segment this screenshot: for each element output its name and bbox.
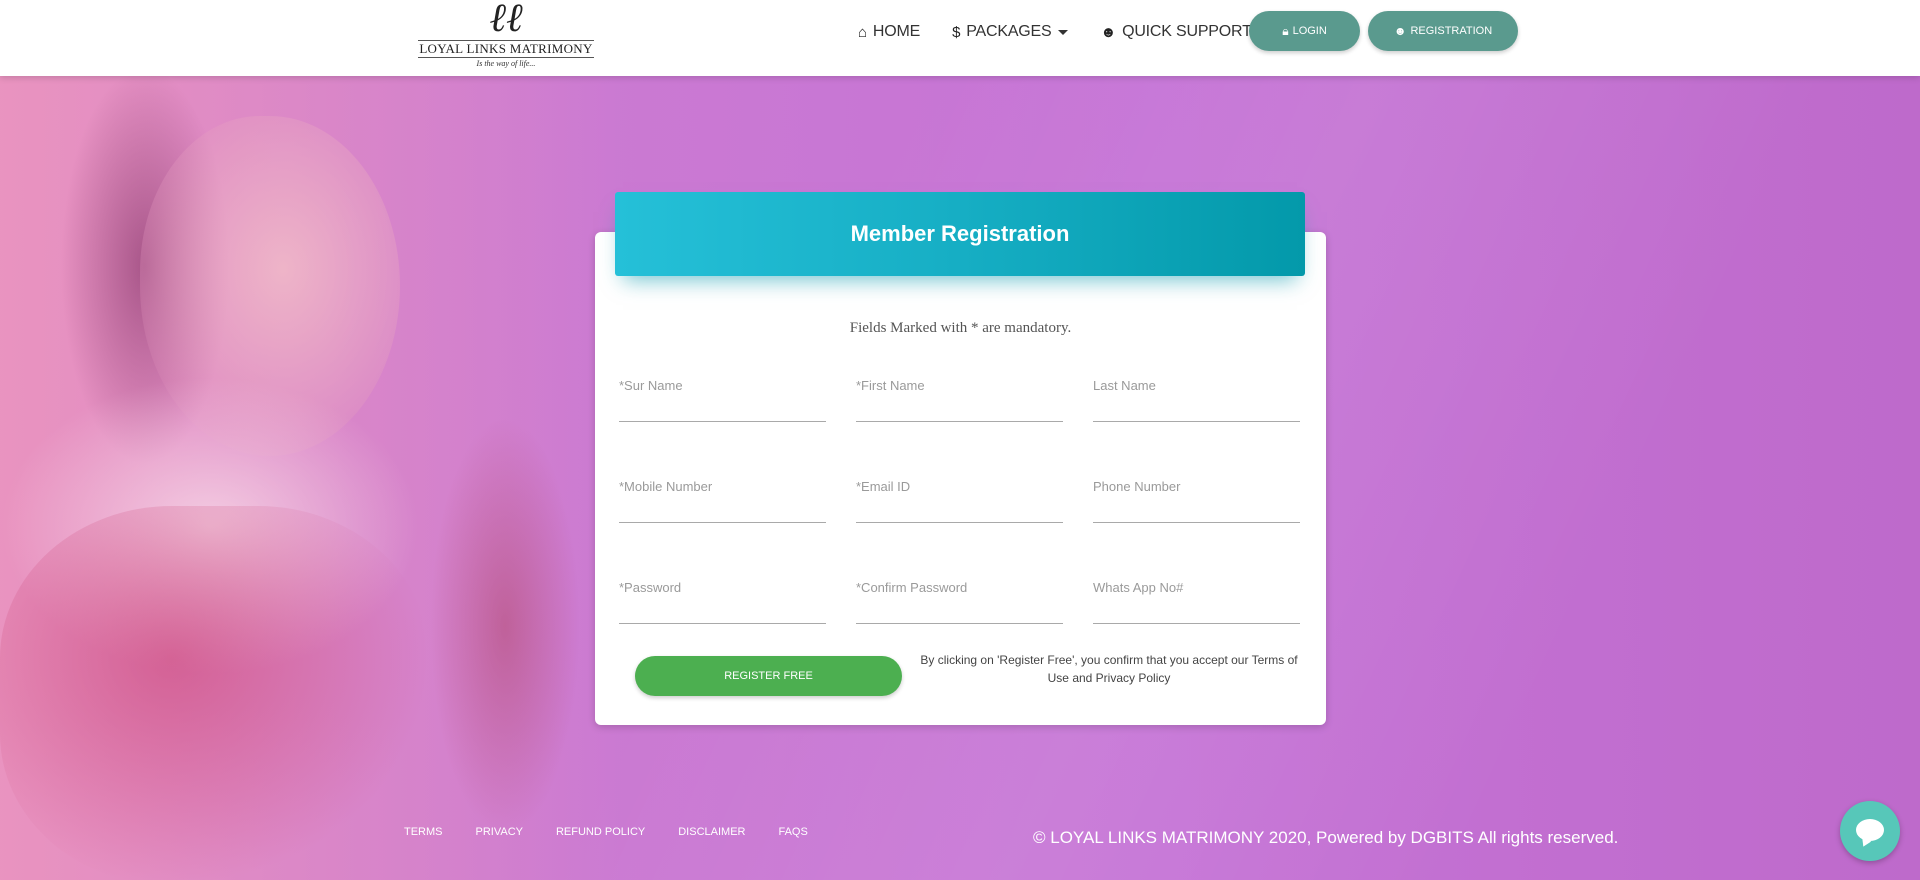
- terms-note: By clicking on 'Register Free', you conf…: [920, 653, 1298, 685]
- logo-tagline: Is the way of life...: [476, 59, 536, 68]
- footer-link-disclaimer[interactable]: DISCLAIMER: [678, 826, 745, 838]
- first-name-input[interactable]: [856, 397, 1063, 419]
- footer-link-faqs[interactable]: FAQS: [778, 826, 807, 838]
- people-icon: ☻: [1100, 23, 1117, 41]
- logo-name: LOYAL LINKS MATRIMONY: [418, 40, 594, 58]
- form-title: Member Registration: [850, 221, 1070, 246]
- site-logo[interactable]: ℓℓ LOYAL LINKS MATRIMONY Is the way of l…: [414, 0, 598, 74]
- nav-packages[interactable]: $ PACKAGES: [952, 19, 1069, 45]
- nav-quick-support[interactable]: ☻ QUICK SUPPORT: [1100, 19, 1269, 45]
- surname-field[interactable]: *Sur Name: [619, 372, 826, 422]
- footer-link-refund-policy[interactable]: REFUND POLICY: [556, 826, 645, 838]
- last-name-label: Last Name: [1093, 378, 1156, 393]
- home-icon: ⌂: [858, 23, 867, 41]
- first-name-field[interactable]: *First Name: [856, 372, 1063, 422]
- confirm-password-input[interactable]: [856, 599, 1063, 621]
- site-header: ℓℓ LOYAL LINKS MATRIMONY Is the way of l…: [0, 0, 1920, 76]
- whatsapp-input[interactable]: [1093, 599, 1300, 621]
- mandatory-note: Fields Marked with * are mandatory.: [849, 320, 1072, 336]
- phone-number-field[interactable]: Phone Number: [1093, 473, 1300, 523]
- email-label: *Email ID: [856, 479, 911, 494]
- phone-number-input[interactable]: [1093, 498, 1300, 520]
- footer-links: TERMS PRIVACY REFUND POLICY DISCLAIMER F…: [404, 826, 841, 838]
- chat-button[interactable]: [1840, 801, 1900, 861]
- register-free-button[interactable]: REGISTER FREE: [635, 656, 902, 696]
- copyright-text: © LOYAL LINKS MATRIMONY 2020, Powered by…: [1033, 828, 1619, 847]
- nav-home-label: HOME: [872, 23, 921, 40]
- logo-mark: ℓℓ: [489, 0, 523, 41]
- bride-photo: [0, 76, 620, 880]
- phone-number-label: Phone Number: [1093, 479, 1181, 494]
- whatsapp-label: Whats App No#: [1093, 580, 1184, 595]
- chevron-down-icon: [1058, 29, 1069, 35]
- registration-card-header: Member Registration: [615, 192, 1305, 276]
- last-name-input[interactable]: [1093, 397, 1300, 419]
- password-field[interactable]: *Password: [619, 574, 826, 624]
- last-name-field[interactable]: Last Name: [1093, 372, 1300, 422]
- user-add-icon: ☻: [1393, 24, 1407, 38]
- login-button[interactable]: 🔒︎ LOGIN: [1249, 11, 1360, 51]
- surname-label: *Sur Name: [619, 378, 683, 393]
- mobile-number-field[interactable]: *Mobile Number: [619, 473, 826, 523]
- registration-label: REGISTRATION: [1410, 25, 1493, 37]
- lock-icon: 🔒︎: [1282, 23, 1289, 38]
- footer-link-terms[interactable]: TERMS: [404, 826, 443, 838]
- password-input[interactable]: [619, 599, 826, 621]
- mobile-number-input[interactable]: [619, 498, 826, 520]
- footer-link-privacy[interactable]: PRIVACY: [476, 826, 523, 838]
- email-input[interactable]: [856, 498, 1063, 520]
- confirm-password-label: *Confirm Password: [856, 580, 968, 595]
- chat-bubble-icon: [1856, 819, 1884, 841]
- login-label: LOGIN: [1292, 25, 1327, 37]
- whatsapp-field[interactable]: Whats App No#: [1093, 574, 1300, 624]
- nav-support-label: QUICK SUPPORT: [1122, 23, 1252, 40]
- first-name-label: *First Name: [856, 378, 925, 393]
- email-field[interactable]: *Email ID: [856, 473, 1063, 523]
- nav-packages-label: PACKAGES: [966, 23, 1052, 40]
- registration-button[interactable]: ☻ REGISTRATION: [1368, 11, 1518, 51]
- main-nav: ⌂ HOME $ PACKAGES ☻ QUICK SUPPORT: [858, 19, 1301, 45]
- password-label: *Password: [619, 580, 682, 595]
- surname-input[interactable]: [619, 397, 826, 419]
- nav-home[interactable]: ⌂ HOME: [858, 19, 920, 45]
- dollar-icon: $: [952, 23, 961, 41]
- mobile-number-label: *Mobile Number: [619, 479, 713, 494]
- confirm-password-field[interactable]: *Confirm Password: [856, 574, 1063, 624]
